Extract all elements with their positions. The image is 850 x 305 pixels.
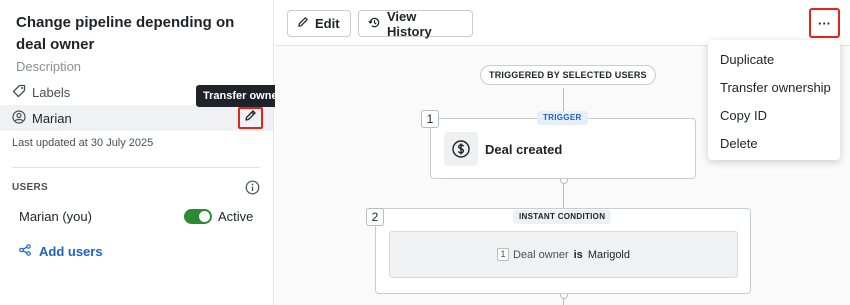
trigger-badge: TRIGGER [537,111,588,125]
condition-field: Deal owner [512,248,569,261]
add-users-link[interactable]: Add users [19,244,103,259]
view-history-label: View History [387,8,432,39]
edit-label: Edit [315,16,340,31]
user-icon [12,109,32,127]
share-icon [19,244,39,259]
more-options-menu: Duplicate Transfer ownership Copy ID Del… [708,40,840,160]
description-field[interactable]: Description [16,59,81,74]
toggle-label: Active [218,209,254,224]
last-updated-text: Last updated at 30 July 2025 [12,137,154,149]
info-icon[interactable] [245,180,260,200]
view-history-button[interactable]: View History [358,8,473,39]
labels-label: Labels [32,84,71,100]
menu-item-delete[interactable]: Delete [708,130,840,158]
condition-value: Marigold [587,248,630,261]
transfer-ownership-button[interactable] [238,107,263,129]
owner-name: Marian [32,110,72,126]
divider [12,167,260,168]
users-heading: USERS [12,182,48,193]
active-toggle[interactable] [184,209,212,224]
trigger-title: Deal created [485,142,563,157]
pencil-icon [297,16,315,31]
step-number: 1 [421,110,439,128]
automation-sidebar: Change pipeline depending on deal owner … [0,0,312,305]
history-icon [368,16,387,32]
step-number: 2 [366,208,384,226]
edit-button[interactable]: Edit [287,10,351,37]
menu-item-transfer-ownership[interactable]: Transfer ownership [708,74,840,102]
condition-index: 1 [496,248,509,261]
trigger-card[interactable]: Deal created [430,118,696,179]
labels-row[interactable]: Labels [12,83,70,101]
tag-icon [12,84,32,101]
workflow-canvas: Edit View History ··· TRIGGERED BY SELEC… [275,0,850,305]
automation-title[interactable]: Change pipeline depending on deal owner [16,12,256,56]
condition-badge: INSTANT CONDITION [513,210,612,224]
add-users-label: Add users [39,244,103,259]
pencil-icon [244,109,257,127]
more-options-button[interactable]: ··· [809,8,840,38]
menu-item-copy-id[interactable]: Copy ID [708,102,840,130]
condition-operator: is [573,248,583,261]
menu-item-duplicate[interactable]: Duplicate [708,46,840,74]
dollar-icon [444,132,478,166]
owner-row: Marian [0,105,273,131]
trigger-scope-pill: TRIGGERED BY SELECTED USERS [480,65,656,85]
condition-rule[interactable]: 1 Deal owner is Marigold [389,231,738,278]
user-name: Marian (you) [19,209,92,224]
